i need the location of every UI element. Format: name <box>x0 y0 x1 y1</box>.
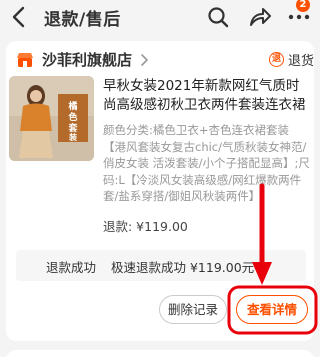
product-specs: 颜色分类:橘色卫衣+杏色连衣裙套装【港风套装女复古chic/气质秋装女神范/俏皮… <box>103 123 310 203</box>
product-title[interactable]: 早秋女装2021年新款网红气质时尚高级感初秋卫衣两件套装连衣裙 <box>103 77 311 115</box>
refund-order-card: 沙菲利旗舰店 退 退货 橘 色 套 装 早秋女装2021年新款网红气质时尚高级感… <box>6 41 314 341</box>
svg-text:色: 色 <box>68 111 77 123</box>
search-icon[interactable] <box>205 4 231 30</box>
chevron-right-icon <box>141 54 148 66</box>
back-arrow-icon[interactable] <box>6 4 32 30</box>
product-image: 橘 色 套 装 <box>9 76 94 161</box>
svg-text:装: 装 <box>68 132 77 142</box>
refund-status-box[interactable]: 退款成功 极速退款成功 ¥119.00元 <box>16 250 306 281</box>
delete-record-button[interactable]: 删除记录 <box>159 295 227 324</box>
shop-row[interactable]: 沙菲利旗舰店 退 退货 <box>16 49 314 71</box>
refund-status-label: 退款成功 <box>46 260 97 275</box>
shop-icon <box>17 53 33 67</box>
refund-amount: 退款: ¥119.00 <box>103 219 188 234</box>
top-nav: 退款/售后 2 <box>0 0 320 34</box>
shop-name[interactable]: 沙菲利旗舰店 <box>42 49 132 70</box>
page-title: 退款/售后 <box>44 10 121 30</box>
refund-status-text: 极速退款成功 ¥119.00元 <box>111 260 255 275</box>
view-details-button[interactable]: 查看详情 <box>236 295 308 324</box>
refund-type-label: 退货 <box>288 54 315 69</box>
share-icon[interactable] <box>247 4 273 30</box>
refund-tag-icon: 退 <box>269 52 284 67</box>
product-thumbnail[interactable]: 橘 色 套 装 <box>9 76 94 161</box>
next-order-card <box>6 350 314 357</box>
svg-text:橘: 橘 <box>67 100 77 112</box>
